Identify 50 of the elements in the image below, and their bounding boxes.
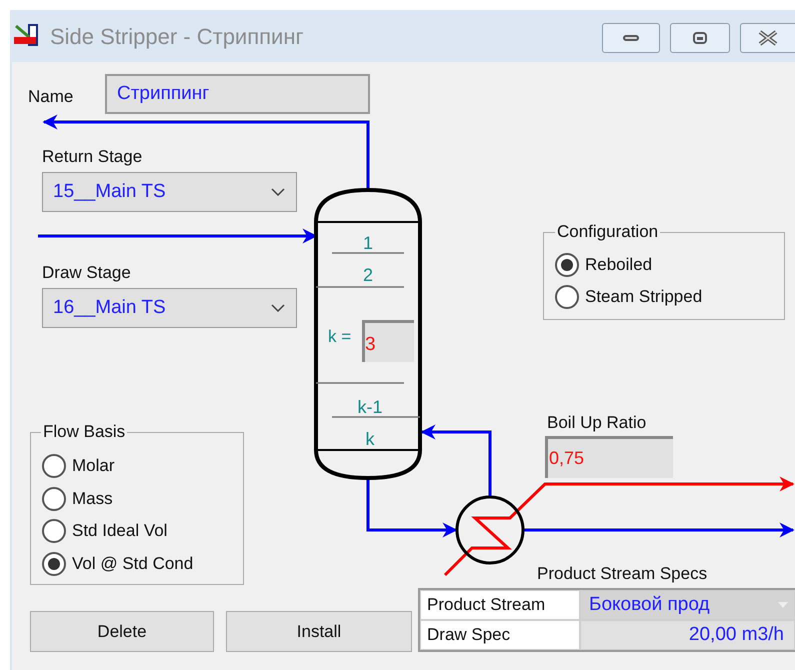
draw-stage-dropdown[interactable]: 16__Main TS	[42, 288, 297, 328]
boil-up-ratio-field[interactable]: 0,75	[545, 436, 673, 478]
radio-label: Mass	[72, 488, 113, 510]
radio-button[interactable]	[42, 519, 66, 543]
table-cell: 20,00 m3/h	[581, 621, 794, 649]
return-stage-dropdown[interactable]: 15__Main TS	[42, 172, 297, 212]
reboiler-circle	[456, 496, 524, 564]
stage-label: 1	[362, 232, 374, 255]
stage-label: 2	[362, 264, 374, 287]
radio-button[interactable]	[42, 454, 66, 478]
dropdown-arrow-icon	[778, 602, 788, 608]
vapor-return-arrow	[420, 424, 492, 496]
configuration-title: Configuration	[555, 222, 660, 242]
k-label: k =	[328, 326, 352, 348]
dialog-button[interactable]: Delete	[30, 611, 214, 652]
name-field[interactable]: Стриппинг	[105, 74, 370, 114]
stage-label: k	[364, 428, 376, 451]
minimize-button[interactable]	[602, 23, 660, 53]
draw-stage-label: Draw Stage	[42, 262, 131, 284]
return-stage-label: Return Stage	[42, 146, 142, 168]
maximize-button[interactable]	[670, 23, 730, 53]
product-stream-specs-title: Product Stream Specs	[537, 563, 708, 585]
radio-label: Molar	[72, 455, 115, 477]
radio-button[interactable]	[42, 552, 66, 576]
stage-count-field[interactable]: 3	[362, 320, 414, 362]
close-icon	[757, 30, 779, 46]
radio-button[interactable]	[555, 285, 579, 309]
radio-button[interactable]	[42, 486, 66, 510]
name-label: Name	[28, 86, 74, 108]
chevron-down-icon	[271, 304, 285, 312]
maximize-icon	[693, 32, 707, 44]
dropdown-value: Боковой прод	[589, 592, 711, 617]
stage-label: k-1	[356, 396, 384, 419]
app-icon	[13, 23, 41, 49]
radio-label: Vol @ Std Cond	[72, 552, 194, 574]
chevron-down-icon	[271, 188, 285, 196]
close-button[interactable]	[740, 23, 795, 53]
radio-label: Reboiled	[585, 254, 652, 276]
dropdown-value: 16__Main TS	[52, 296, 167, 320]
boil-up-ratio-label: Boil Up Ratio	[547, 412, 646, 434]
table-row-label: Draw Spec	[421, 621, 579, 649]
radio-button[interactable]	[555, 253, 579, 277]
dropdown-value: 15__Main TS	[52, 180, 167, 204]
product-stream-dropdown[interactable]: Боковой прод	[581, 591, 794, 619]
table-row-label: Product Stream	[421, 591, 579, 619]
radio-label: Steam Stripped	[585, 286, 702, 308]
minimize-icon	[623, 35, 639, 41]
dialog-button[interactable]: Install	[226, 611, 412, 652]
window-title: Side Stripper - Стриппинг	[50, 22, 304, 51]
radio-label: Std Ideal Vol	[72, 520, 168, 542]
